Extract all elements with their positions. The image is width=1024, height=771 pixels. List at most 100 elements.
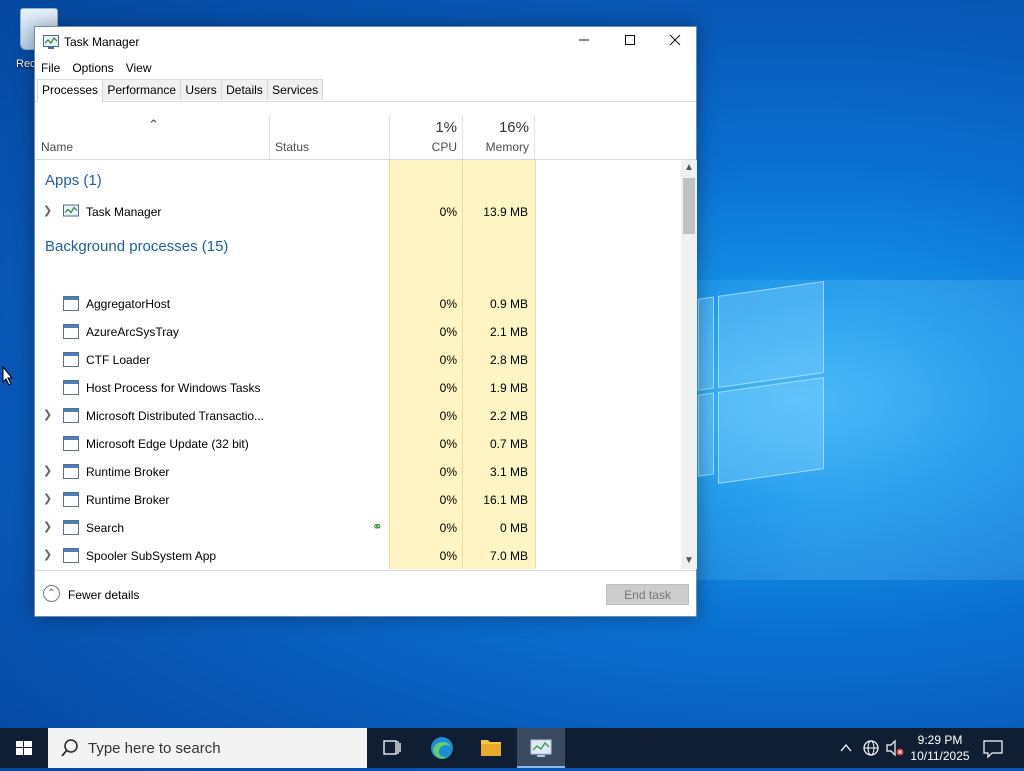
process-row[interactable]: Microsoft Edge Update (32 bit) 0% 0.7 MB <box>35 430 681 458</box>
process-row[interactable]: ❯ Runtime Broker 0% 16.1 MB <box>35 486 681 514</box>
minimize-button[interactable] <box>561 27 607 57</box>
process-name: Runtime Broker <box>86 465 170 479</box>
process-row[interactable]: Host Process for Windows Tasks 0% 1.9 MB <box>35 374 681 402</box>
process-memory: 7.0 MB <box>489 549 528 563</box>
process-cpu: 0% <box>439 353 457 367</box>
chevron-up-icon <box>840 743 852 752</box>
end-task-button[interactable]: End task <box>606 584 689 605</box>
scroll-up-icon[interactable]: ▲ <box>681 160 697 176</box>
expand-chevron-icon[interactable]: ❯ <box>43 408 52 421</box>
menu-view[interactable]: View <box>120 58 158 78</box>
process-memory: 2.8 MB <box>489 353 528 367</box>
group-header-apps: Apps (1) <box>45 172 102 189</box>
process-row[interactable]: AggregatorHost 0% 0.9 MB <box>35 290 681 318</box>
task-view-button[interactable] <box>368 728 416 768</box>
process-name: AzureArcSysTray <box>86 325 179 339</box>
minimize-icon <box>579 39 589 41</box>
column-separator <box>269 115 270 159</box>
tab-divider <box>35 101 696 102</box>
edge-taskbar-button[interactable] <box>418 728 466 768</box>
taskbar-search-box[interactable]: Type here to search <box>48 728 367 768</box>
column-header: ⌃ Name Status 1% CPU 16% Memory <box>35 115 696 160</box>
process-row[interactable]: ❯ Microsoft Distributed Transactio... 0% 2.… <box>35 402 681 430</box>
process-row[interactable]: ❯ Task Manager 0% 13.9 MB <box>35 198 681 226</box>
process-name: Microsoft Distributed Transactio... <box>86 409 265 423</box>
chevron-up-circle-icon[interactable]: ⌃ <box>43 585 60 602</box>
process-row[interactable]: ❯ Runtime Broker 0% 3.1 MB <box>35 458 681 486</box>
tab-details[interactable]: Details <box>221 79 268 100</box>
process-cpu: 0% <box>439 325 457 339</box>
process-name: Search <box>86 521 125 535</box>
status-column-header[interactable]: Status <box>275 115 389 159</box>
process-row[interactable]: CTF Loader 0% 2.8 MB <box>35 346 681 374</box>
vertical-scrollbar[interactable]: ▲ ▼ <box>681 160 697 569</box>
tab-performance[interactable]: Performance <box>102 79 182 100</box>
process-memory: 2.2 MB <box>489 409 528 423</box>
tab-services[interactable]: Services <box>267 79 324 100</box>
process-cpu: 0% <box>439 381 457 395</box>
process-memory: 0 MB <box>499 521 528 535</box>
process-cpu: 0% <box>439 493 457 507</box>
process-memory: 13.9 MB <box>483 205 528 219</box>
close-button[interactable] <box>652 27 698 57</box>
process-memory: 16.1 MB <box>483 493 528 507</box>
process-row[interactable]: ❯ Search ⚭ 0% 0 MB <box>35 514 681 542</box>
process-icon <box>63 296 79 311</box>
show-hidden-icons-button[interactable] <box>836 728 856 768</box>
expand-chevron-icon[interactable]: ❯ <box>43 520 52 533</box>
expand-chevron-icon[interactable]: ❯ <box>43 204 52 217</box>
process-icon <box>63 548 79 563</box>
process-icon <box>63 380 79 395</box>
expand-chevron-icon[interactable]: ❯ <box>43 464 52 477</box>
name-header-label: Name <box>41 140 74 154</box>
edge-icon <box>431 737 453 759</box>
process-row[interactable]: AzureArcSysTray 0% 2.1 MB <box>35 318 681 346</box>
expand-chevron-icon[interactable]: ❯ <box>43 548 52 561</box>
task-manager-taskbar-button[interactable] <box>517 728 565 768</box>
fewer-details-link[interactable]: Fewer details <box>68 588 139 602</box>
process-name: Task Manager <box>86 205 162 219</box>
tab-users[interactable]: Users <box>180 79 222 100</box>
tab-strip: Processes Performance Users Details Serv… <box>37 79 324 102</box>
task-manager-icon <box>530 739 552 757</box>
action-center-button[interactable] <box>978 728 1008 768</box>
windows-start-icon <box>16 741 32 755</box>
title-bar[interactable]: Task Manager <box>35 27 696 57</box>
start-button[interactable] <box>0 728 48 768</box>
process-cpu: 0% <box>439 521 457 535</box>
process-cpu: 0% <box>439 205 457 219</box>
process-icon <box>63 352 79 367</box>
scroll-down-icon[interactable]: ▼ <box>681 553 697 569</box>
process-icon <box>63 436 79 451</box>
status-header-label: Status <box>275 140 310 154</box>
wallpaper-windows-logo <box>698 281 824 488</box>
menu-bar: File Options View <box>35 58 158 78</box>
menu-options[interactable]: Options <box>66 58 119 78</box>
cpu-total-percent: 1% <box>435 119 457 136</box>
tab-processes[interactable]: Processes <box>37 79 104 102</box>
cpu-column-header[interactable]: 1% CPU <box>390 115 457 159</box>
clock-date: 10/11/2025 <box>910 749 970 763</box>
file-explorer-taskbar-button[interactable] <box>467 728 515 768</box>
task-manager-app-icon <box>43 35 59 49</box>
process-name: Runtime Broker <box>86 493 170 507</box>
cpu-header-label: CPU <box>431 140 457 154</box>
expand-chevron-icon[interactable]: ❯ <box>43 492 52 505</box>
process-memory: 0.7 MB <box>489 437 528 451</box>
sort-ascending-icon: ⌃ <box>148 117 159 132</box>
taskbar-clock[interactable]: 9:29 PM 10/11/2025 <box>900 732 980 764</box>
name-column-header[interactable]: ⌃ Name <box>41 115 269 159</box>
process-cpu: 0% <box>439 437 457 451</box>
memory-header-label: Memory <box>485 140 529 154</box>
menu-file[interactable]: File <box>35 58 66 78</box>
scroll-thumb[interactable] <box>683 178 695 234</box>
process-row[interactable]: ❯ Spooler SubSystem App 0% 7.0 MB <box>35 542 681 569</box>
process-name: AggregatorHost <box>86 297 171 311</box>
process-memory: 2.1 MB <box>489 325 528 339</box>
process-name: Spooler SubSystem App <box>86 549 217 563</box>
maximize-button[interactable] <box>607 27 653 57</box>
network-button[interactable] <box>860 728 882 768</box>
memory-column-header[interactable]: 16% Memory <box>463 115 529 159</box>
process-memory: 1.9 MB <box>489 381 528 395</box>
column-separator <box>534 115 535 159</box>
